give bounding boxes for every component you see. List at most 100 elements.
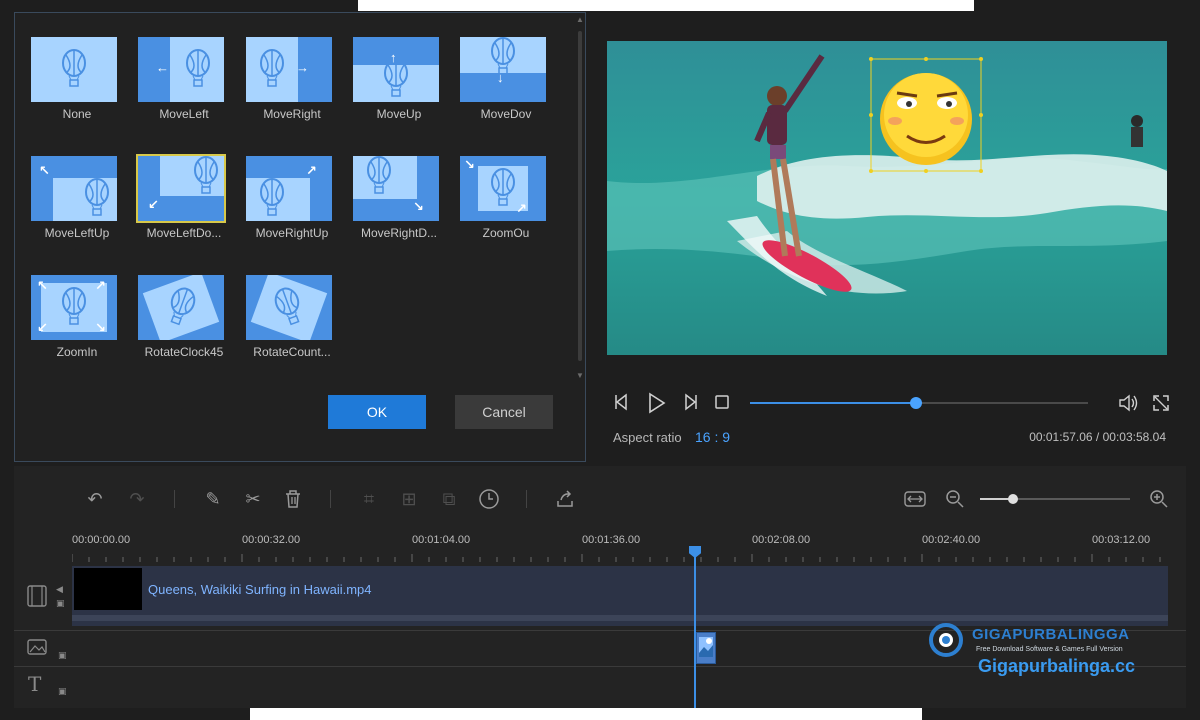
effect-thumbnail[interactable] [246, 275, 332, 340]
effect-tile-move-right-up[interactable]: ↗ MoveRightUp [236, 156, 348, 256]
effect-thumbnail[interactable] [138, 275, 224, 340]
hot-air-balloon-icon [194, 156, 218, 194]
effect-tile-move-up[interactable]: ↑ MoveUp [343, 37, 455, 137]
watermark-logo-icon [929, 623, 963, 657]
effect-tile-move-left-down[interactable]: ↙ MoveLeftDo... [128, 154, 240, 256]
bottom-white-strip [250, 708, 922, 720]
direction-arrow-icon: ↘ [413, 199, 424, 214]
effect-tile-move-down[interactable]: ↓ MoveDov [450, 37, 562, 137]
scroll-up-icon[interactable]: ▲ [576, 15, 584, 24]
effect-tile-none[interactable]: None [21, 37, 133, 137]
effect-tile-rotate-clock-45[interactable]: RotateClock45 [128, 275, 240, 375]
effect-thumbnail[interactable]: ↙ [136, 154, 226, 223]
sticker-clip[interactable] [696, 632, 716, 664]
stop-icon[interactable] [714, 394, 730, 415]
ok-button[interactable]: OK [328, 395, 426, 429]
effect-label: MoveLeft [159, 107, 209, 121]
hot-air-balloon-icon [260, 49, 284, 87]
video-track: ◀ ▣ Queens, Waikiki Surfing in Hawaii.mp… [14, 564, 1186, 628]
zoom-slider[interactable] [980, 494, 1130, 504]
video-preview[interactable] [607, 41, 1167, 355]
lock-icon[interactable]: ▣ [58, 686, 67, 697]
next-frame-icon[interactable] [680, 392, 700, 417]
effect-label: ZoomIn [56, 345, 98, 359]
effect-tile-rotate-counter[interactable]: RotateCount... [236, 275, 348, 375]
effect-tile-move-left-up[interactable]: ↖ MoveLeftUp [21, 156, 133, 256]
ruler-time-label: 00:02:40.00 [922, 534, 981, 546]
effect-thumbnail[interactable]: ↘ [353, 156, 439, 221]
progress-knob[interactable] [909, 397, 922, 409]
direction-arrow-icon: ↘ [464, 157, 475, 172]
edit-pencil-icon[interactable]: ✎ [200, 486, 226, 512]
effect-thumbnail[interactable]: ↓ [460, 37, 546, 102]
effect-thumbnail[interactable]: ↗ [246, 156, 332, 221]
lock-icon[interactable]: ▣ [56, 598, 65, 609]
playback-progress-bar[interactable] [750, 397, 1088, 409]
cancel-button[interactable]: Cancel [455, 395, 553, 429]
time-ruler[interactable]: 00:00:00.00 00:00:32.00 00:01:04.00 00:01:3… [72, 534, 1176, 564]
watermark-subtitle: Free Download Software & Games Full Vers… [976, 646, 1123, 653]
effect-thumbnail[interactable]: → [246, 37, 332, 102]
previous-frame-icon[interactable] [612, 392, 632, 417]
toolbar-divider [174, 490, 175, 508]
effect-thumbnail[interactable]: ↘ ↗ [460, 156, 546, 221]
effect-label: None [62, 107, 92, 121]
scrollbar-thumb[interactable] [578, 31, 582, 361]
redo-icon[interactable]: ↷ [124, 486, 150, 512]
effect-tile-zoom-out[interactable]: ↘ ↗ ZoomOu [450, 156, 562, 256]
direction-arrow-icon: ↑ [390, 50, 397, 65]
effect-tile-move-right[interactable]: → MoveRight [236, 37, 348, 137]
ruler-time-label: 00:01:36.00 [582, 534, 641, 546]
effect-label: MoveUp [376, 107, 422, 121]
play-icon[interactable] [646, 392, 666, 419]
ruler-time-label: 00:00:00.00 [72, 534, 131, 546]
watermark-title: GIGAPURBALINGGA [972, 626, 1130, 643]
crop-icon[interactable]: ⌗ [356, 486, 382, 512]
effect-tile-move-left[interactable]: ← MoveLeft [128, 37, 240, 137]
add-frame-icon[interactable]: ⊞ [396, 486, 422, 512]
delete-trash-icon[interactable] [280, 486, 306, 512]
effect-thumbnail[interactable]: ↖ ↗ ↙ ↘ [31, 275, 117, 340]
fit-timeline-icon[interactable] [902, 486, 928, 512]
hot-air-balloon-icon [186, 49, 210, 87]
playhead[interactable] [694, 552, 696, 708]
film-strip-icon [27, 585, 47, 607]
video-clip[interactable]: Queens, Waikiki Surfing in Hawaii.mp4 [72, 566, 1168, 626]
zoom-in-icon[interactable] [1146, 486, 1172, 512]
export-share-icon[interactable] [552, 486, 578, 512]
scroll-down-icon[interactable]: ▼ [576, 371, 584, 380]
split-screen-icon[interactable]: ⧉ [436, 486, 462, 512]
zoom-slider-knob[interactable] [1008, 494, 1018, 504]
effect-label: MoveRightD... [360, 226, 438, 240]
motion-effects-dialog: None ← MoveLeft → MoveRight ↑ MoveUp ↓ MoveDov ↖ M… [14, 12, 586, 462]
cut-scissors-icon[interactable]: ✂ [240, 486, 266, 512]
text-track-header: T ▣ [14, 668, 72, 704]
duration-clock-icon[interactable] [476, 486, 502, 512]
ruler-ticks [72, 554, 1161, 562]
effect-label: MoveRightUp [255, 226, 329, 240]
effect-thumbnail[interactable]: ↑ [353, 37, 439, 102]
volume-icon[interactable] [1117, 393, 1139, 418]
lock-icon[interactable]: ▣ [58, 650, 67, 661]
hot-air-balloon-icon [85, 178, 109, 216]
video-clip-title: Queens, Waikiki Surfing in Hawaii.mp4 [148, 582, 372, 597]
undo-icon[interactable]: ↶ [82, 486, 108, 512]
effect-label: ZoomOu [482, 226, 530, 240]
watermark-url: Gigapurbalinga.cc [978, 656, 1136, 676]
speaker-icon[interactable]: ◀ [56, 584, 63, 595]
clip-thumbnail [74, 568, 142, 610]
video-editor-app: None ← MoveLeft → MoveRight ↑ MoveUp ↓ MoveDov ↖ M… [0, 0, 1200, 720]
preview-panel: Aspect ratio 16 : 9 00:01:57.06 / 00:03:… [590, 12, 1186, 462]
effect-tile-zoom-in[interactable]: ↖ ↗ ↙ ↘ ZoomIn [21, 275, 133, 375]
effect-thumbnail[interactable]: ↖ [31, 156, 117, 221]
effect-thumbnail[interactable]: ← [138, 37, 224, 102]
top-white-strip [358, 0, 974, 11]
dialog-scrollbar[interactable]: ▲ ▼ [576, 13, 584, 383]
effect-tile-move-right-down[interactable]: ↘ MoveRightD... [343, 156, 455, 256]
effect-thumbnail[interactable] [31, 37, 117, 102]
fullscreen-icon[interactable] [1151, 393, 1171, 418]
aspect-ratio-value[interactable]: 16 : 9 [695, 429, 730, 445]
zoom-out-icon[interactable] [942, 486, 968, 512]
direction-arrow-icon: ↙ [37, 320, 48, 335]
ruler-time-label: 00:02:08.00 [752, 534, 811, 546]
